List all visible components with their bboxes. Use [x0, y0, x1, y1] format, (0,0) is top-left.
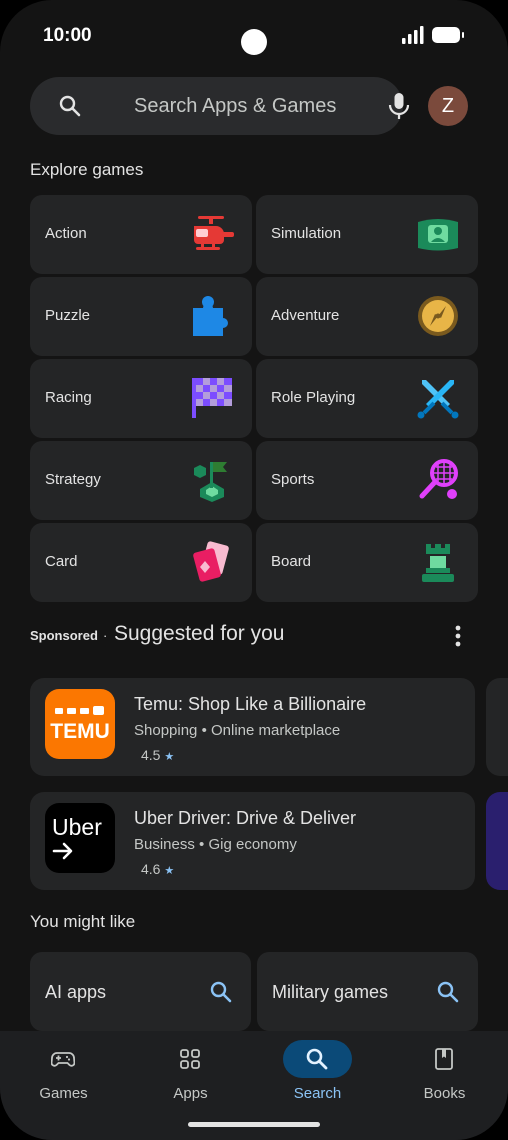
category-label: Adventure	[271, 307, 340, 324]
tennis-racket-icon	[419, 459, 458, 499]
temu-app-icon: TEMU	[45, 689, 115, 759]
category-label: Board	[271, 553, 312, 570]
category-label: Role Playing	[271, 389, 356, 406]
nav-icon-container	[29, 1040, 98, 1078]
next-app-card-peek[interactable]	[486, 678, 508, 776]
star-icon: ★	[164, 865, 175, 877]
temu-logo-text: TEMU	[50, 720, 110, 743]
simulation-icon	[418, 219, 458, 251]
explore-games-heading: Explore games	[30, 160, 144, 179]
checkered-flag-icon	[192, 378, 232, 418]
compass-icon	[418, 296, 458, 336]
app-name: Uber Driver: Drive & Deliver	[134, 808, 357, 828]
category-board[interactable]: Board	[256, 523, 478, 602]
chip-ai-apps[interactable]: AI apps	[30, 952, 251, 1031]
category-strategy[interactable]: Strategy	[30, 441, 252, 520]
category-puzzle[interactable]: Puzzle	[30, 277, 252, 356]
next-app-card-peek[interactable]	[486, 792, 508, 890]
app-tag: Online marketplace	[211, 722, 341, 739]
rating-value: 4.5	[141, 747, 161, 763]
search-icon	[59, 95, 81, 117]
nav-apps[interactable]: Apps	[127, 1031, 254, 1131]
category-action[interactable]: Action	[30, 195, 252, 274]
nav-label: Search	[293, 1085, 342, 1102]
temu-logo-icon: TEMU	[50, 706, 110, 743]
nav-label: Apps	[173, 1085, 208, 1102]
category-simulation[interactable]: Simulation	[256, 195, 478, 274]
chess-rook-icon	[422, 544, 454, 582]
helicopter-icon	[194, 216, 234, 250]
app-card-uber-driver[interactable]: Uber Uber Driver: Drive & Deliver Busine…	[30, 792, 475, 890]
category-role-playing[interactable]: Role Playing	[256, 359, 478, 438]
you-might-like-heading: You might like	[30, 912, 136, 931]
microphone-icon[interactable]	[386, 92, 412, 120]
app-tag: Gig economy	[208, 836, 297, 853]
chip-military-games[interactable]: Military games	[257, 952, 478, 1031]
signal-icon	[402, 26, 424, 44]
app-rating: 4.5 ★	[141, 747, 174, 763]
app-meta: Business • Gig economy	[134, 836, 297, 853]
status-time: 10:00	[43, 25, 92, 46]
suggested-heading: Suggested for you	[114, 622, 285, 645]
app-name: Temu: Shop Like a Billionaire	[134, 694, 367, 714]
app-rating: 4.6 ★	[141, 861, 174, 877]
category-label: Puzzle	[45, 307, 91, 324]
nav-games[interactable]: Games	[0, 1031, 127, 1131]
nav-label: Games	[39, 1085, 88, 1102]
category-racing[interactable]: Racing	[30, 359, 252, 438]
category-label: Racing	[45, 389, 92, 406]
playing-cards-icon	[193, 541, 229, 582]
account-avatar[interactable]: Z	[428, 86, 468, 126]
nav-search[interactable]: Search	[254, 1031, 381, 1131]
category-label: Card	[45, 553, 78, 570]
nav-icon-container	[410, 1040, 479, 1078]
category-sports[interactable]: Sports	[256, 441, 478, 520]
status-bar: 10:00	[0, 0, 508, 70]
puzzle-icon	[193, 296, 228, 336]
crossed-swords-icon	[417, 380, 459, 419]
app-card-temu[interactable]: TEMU Temu: Shop Like a Billionaire Shopp…	[30, 678, 475, 776]
chip-label: Military games	[272, 982, 389, 1002]
app-category: Business	[134, 836, 195, 853]
more-options-icon[interactable]	[450, 624, 466, 648]
category-card[interactable]: Card	[30, 523, 252, 602]
uber-logo-icon: Uber	[52, 814, 102, 860]
strategy-flag-icon	[194, 462, 227, 502]
camera-cutout	[241, 29, 267, 55]
phone-screen: 10:00 Search Apps & Games Z Explore game…	[0, 0, 508, 1140]
star-icon: ★	[164, 751, 175, 763]
category-adventure[interactable]: Adventure	[256, 277, 478, 356]
nav-icon-container	[156, 1040, 225, 1078]
search-icon	[210, 981, 232, 1003]
category-label: Simulation	[271, 225, 342, 242]
apps-grid-icon	[180, 1049, 200, 1069]
separator-dot: ·	[103, 628, 108, 643]
search-icon	[437, 981, 459, 1003]
book-icon	[435, 1048, 453, 1070]
uber-app-icon: Uber	[45, 803, 115, 873]
search-icon	[306, 1048, 328, 1070]
search-bar[interactable]: Search Apps & Games	[30, 77, 410, 135]
uber-logo-text: Uber	[52, 814, 102, 840]
rating-value: 4.6	[141, 861, 161, 877]
search-placeholder[interactable]: Search Apps & Games	[134, 95, 336, 118]
category-label: Action	[45, 225, 87, 242]
home-indicator[interactable]	[188, 1122, 320, 1127]
gamepad-icon	[51, 1052, 75, 1067]
sponsored-label: Sponsored	[30, 628, 98, 643]
app-category: Shopping	[134, 722, 198, 739]
chip-label: AI apps	[45, 982, 107, 1002]
category-label: Sports	[271, 471, 315, 488]
battery-icon	[432, 27, 464, 43]
app-meta: Shopping • Online marketplace	[134, 722, 341, 739]
nav-label: Books	[423, 1085, 466, 1102]
category-label: Strategy	[45, 471, 101, 488]
nav-icon-container	[283, 1040, 352, 1078]
nav-books[interactable]: Books	[381, 1031, 508, 1131]
